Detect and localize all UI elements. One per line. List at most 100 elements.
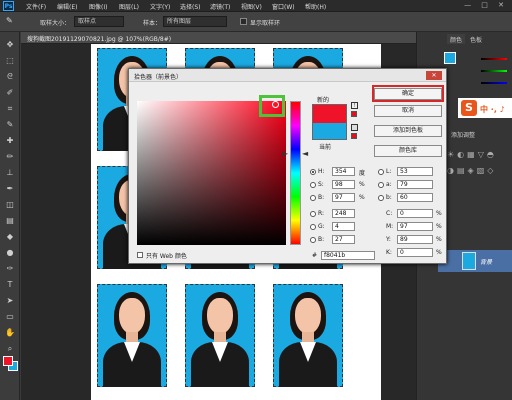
add-to-swatches-button[interactable]: 添加到色板 [374, 125, 442, 137]
new-color-swatch [312, 104, 347, 123]
menu-filter[interactable]: 滤镜(T) [210, 2, 230, 11]
hex-input[interactable]: f8041b [321, 251, 375, 260]
dialog-titlebar[interactable]: 拾色器（前景色） ✕ [129, 69, 446, 82]
a-input[interactable]: 79 [397, 180, 433, 189]
k-unit: % [436, 249, 442, 256]
c-input[interactable]: 0 [397, 209, 433, 218]
lab-b-label: b: [386, 194, 392, 201]
radio-rgb-b[interactable] [310, 237, 316, 243]
menu-layer[interactable]: 图层(L) [119, 2, 139, 11]
lab-b-input[interactable]: 60 [397, 193, 433, 202]
shape-tool-icon[interactable]: ▭ [5, 312, 15, 322]
menu-edit[interactable]: 编辑(E) [57, 2, 77, 11]
close-icon[interactable]: ✕ [426, 71, 442, 80]
red-slider[interactable] [481, 58, 507, 60]
document-tab[interactable]: 搜狗截图20191129070821.jpg @ 107%(RGB/8#) [21, 32, 416, 44]
menu-view[interactable]: 视图(V) [241, 2, 262, 11]
path-select-icon[interactable]: ➤ [5, 296, 15, 306]
radio-b[interactable] [310, 195, 316, 201]
eraser-tool-icon[interactable]: ◫ [5, 200, 15, 210]
healing-tool-icon[interactable]: ✚ [5, 136, 15, 146]
radio-a[interactable] [378, 182, 384, 188]
m-input[interactable]: 97 [397, 222, 433, 231]
window-controls[interactable]: — □ ✕ [464, 1, 508, 9]
brush-tool-icon[interactable]: ✏ [5, 152, 15, 162]
r-input[interactable]: 248 [332, 209, 355, 218]
selected-point-highlight [259, 95, 285, 117]
radio-l[interactable] [378, 169, 384, 175]
menu-help[interactable]: 帮助(H) [305, 2, 326, 11]
options-bar: ✎ 取样大小： 取样点 样本： 所有图层 显示取样环 [0, 12, 512, 32]
s-label: S: [318, 181, 324, 188]
eyedropper-icon[interactable]: ✎ [6, 16, 13, 25]
move-tool-icon[interactable]: ✥ [5, 40, 15, 50]
tab-swatches[interactable]: 色板 [467, 34, 485, 44]
web-safe-cube-icon[interactable] [351, 124, 358, 131]
color-field[interactable] [137, 101, 286, 245]
pen-tool-icon[interactable]: ✑ [5, 264, 15, 274]
hue-slider[interactable] [290, 101, 301, 245]
radio-r[interactable] [310, 211, 316, 217]
gamut-warning-icon[interactable]: ! [351, 102, 358, 109]
cancel-button[interactable]: 取消 [374, 105, 442, 117]
hand-tool-icon[interactable]: ✋ [5, 328, 15, 338]
quick-select-icon[interactable]: ✐ [5, 88, 15, 98]
menu-window[interactable]: 窗口(W) [272, 2, 295, 11]
web-safe-swatch[interactable] [351, 133, 357, 139]
color-panel-fg-swatch[interactable] [444, 52, 456, 64]
color-libraries-button[interactable]: 颜色库 [374, 145, 442, 157]
gradient-tool-icon[interactable]: ▤ [5, 216, 15, 226]
lasso-tool-icon[interactable]: ᘓ [5, 72, 15, 82]
s-unit: % [359, 181, 365, 188]
y-input[interactable]: 89 [397, 235, 433, 244]
id-photo [185, 284, 255, 387]
tab-color[interactable]: 颜色 [447, 34, 466, 44]
sample-size-label: 取样大小： [40, 20, 71, 27]
adjustment-icons-row2[interactable]: ◑▤◈▧◇ [447, 166, 496, 175]
radio-s[interactable] [310, 182, 316, 188]
menu-image[interactable]: 图像(I) [89, 2, 107, 11]
foreground-color-swatch[interactable] [3, 356, 13, 366]
menu-file[interactable]: 文件(F) [26, 2, 46, 11]
h-input[interactable]: 354 [332, 167, 355, 176]
history-brush-icon[interactable]: ✒ [5, 184, 15, 194]
c-unit: % [436, 210, 442, 217]
radio-lab-b[interactable] [378, 195, 384, 201]
gamut-warning-swatch[interactable] [351, 111, 357, 117]
id-photo [273, 284, 343, 387]
radio-h[interactable] [310, 169, 316, 175]
show-ring-checkbox[interactable] [240, 18, 247, 25]
rgb-b-input[interactable]: 27 [332, 235, 355, 244]
menu-bar: Ps 文件(F) 编辑(E) 图像(I) 图层(L) 文字(Y) 选择(S) 滤… [0, 0, 512, 12]
a-label: a: [386, 181, 392, 188]
menu-type[interactable]: 文字(Y) [150, 2, 170, 11]
web-colors-only-checkbox[interactable] [137, 252, 143, 258]
menu-select[interactable]: 选择(S) [180, 2, 201, 11]
hue-slider-arrow-left-icon[interactable]: ► [282, 149, 288, 158]
y-label: Y: [386, 236, 391, 243]
current-color-swatch[interactable] [312, 123, 347, 140]
sample-size-dropdown[interactable]: 取样点 [74, 16, 124, 27]
web-colors-only-label: 只有 Web 颜色 [146, 253, 187, 260]
stamp-tool-icon[interactable]: ⊥ [5, 168, 15, 178]
dodge-tool-icon[interactable]: ● [5, 248, 15, 258]
show-ring-label: 显示取样环 [250, 20, 281, 27]
type-tool-icon[interactable]: T [5, 280, 15, 290]
zoom-tool-icon[interactable]: ⌕ [5, 344, 15, 354]
ok-button[interactable]: 确定 [374, 88, 442, 100]
marquee-tool-icon[interactable]: ⬚ [5, 56, 15, 66]
crop-tool-icon[interactable]: ⌗ [5, 104, 15, 114]
k-input[interactable]: 0 [397, 248, 433, 257]
hue-slider-arrow-icon[interactable]: ◄ [302, 149, 308, 158]
l-input[interactable]: 53 [397, 167, 433, 176]
blue-slider[interactable] [481, 82, 507, 84]
g-input[interactable]: 4 [332, 222, 355, 231]
b-input[interactable]: 97 [332, 193, 355, 202]
s-input[interactable]: 98 [332, 180, 355, 189]
eyedropper-tool-icon[interactable]: ✎ [5, 120, 15, 130]
adjustment-icons[interactable]: ☀◐▦▽◓ [447, 150, 497, 159]
sample-dropdown[interactable]: 所有图层 [163, 16, 227, 27]
green-slider[interactable] [481, 70, 507, 72]
radio-g[interactable] [310, 224, 316, 230]
blur-tool-icon[interactable]: ◆ [5, 232, 15, 242]
